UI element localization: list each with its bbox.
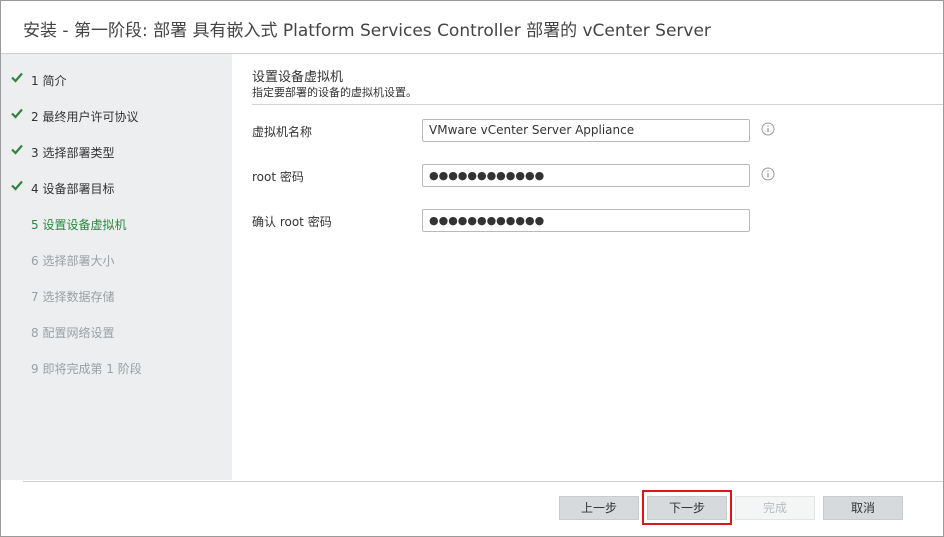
step-label: 2 最终用户许可协议 (31, 110, 139, 124)
step-content-panel: 设置设备虚拟机 指定要部署的设备的虚拟机设置。 虚拟机名称 VMware vCe… (252, 54, 943, 480)
step-label: 4 设备部署目标 (31, 182, 115, 196)
step-label: 9 即将完成第 1 阶段 (31, 362, 142, 376)
step-label: 5 设置设备虚拟机 (31, 218, 127, 232)
vm-name-label: 虚拟机名称 (252, 125, 313, 139)
checkmark-icon (11, 108, 23, 119)
info-icon[interactable] (761, 122, 775, 136)
step-item-9: 9 即将完成第 1 阶段 (1, 355, 232, 385)
window-title: 安装 - 第一阶段: 部署 具有嵌入式 Platform Services Co… (23, 21, 711, 41)
checkmark-icon (11, 180, 23, 191)
step-label: 3 选择部署类型 (31, 146, 115, 160)
root-password-input[interactable]: ●●●●●●●●●●●● (422, 164, 750, 187)
step-item-1[interactable]: 1 简介 (1, 67, 232, 97)
installer-window: 安装 - 第一阶段: 部署 具有嵌入式 Platform Services Co… (0, 0, 944, 537)
finish-button: 完成 (735, 496, 815, 520)
step-item-4[interactable]: 4 设备部署目标 (1, 175, 232, 205)
vm-name-input[interactable]: VMware vCenter Server Appliance (422, 119, 750, 142)
step-label: 8 配置网络设置 (31, 326, 115, 340)
header-divider (252, 104, 943, 105)
step-item-5[interactable]: 5 设置设备虚拟机 (1, 211, 232, 241)
title-bar: 安装 - 第一阶段: 部署 具有嵌入式 Platform Services Co… (1, 1, 943, 54)
confirm-root-password-label: 确认 root 密码 (252, 215, 332, 229)
next-button-highlight (642, 490, 732, 525)
step-label: 6 选择部署大小 (31, 254, 115, 268)
step-item-8: 8 配置网络设置 (1, 319, 232, 349)
step-item-2[interactable]: 2 最终用户许可协议 (1, 103, 232, 133)
step-item-6: 6 选择部署大小 (1, 247, 232, 277)
checkmark-icon (11, 72, 23, 83)
page-title: 设置设备虚拟机 (252, 70, 344, 85)
confirm-root-password-input[interactable]: ●●●●●●●●●●●● (422, 209, 750, 232)
cancel-button[interactable]: 取消 (823, 496, 903, 520)
wizard-steps-sidebar: 1 简介 2 最终用户许可协议 3 选择部署类型 4 设备部署目标 5 设置设备… (1, 54, 232, 480)
checkmark-icon (11, 144, 23, 155)
step-label: 7 选择数据存储 (31, 290, 115, 304)
root-password-label: root 密码 (252, 170, 304, 184)
step-item-7: 7 选择数据存储 (1, 283, 232, 313)
step-item-3[interactable]: 3 选择部署类型 (1, 139, 232, 169)
step-label: 1 简介 (31, 74, 67, 88)
back-button[interactable]: 上一步 (559, 496, 639, 520)
footer-divider (23, 481, 943, 482)
info-icon[interactable] (761, 167, 775, 181)
page-subtitle: 指定要部署的设备的虚拟机设置。 (252, 86, 417, 99)
